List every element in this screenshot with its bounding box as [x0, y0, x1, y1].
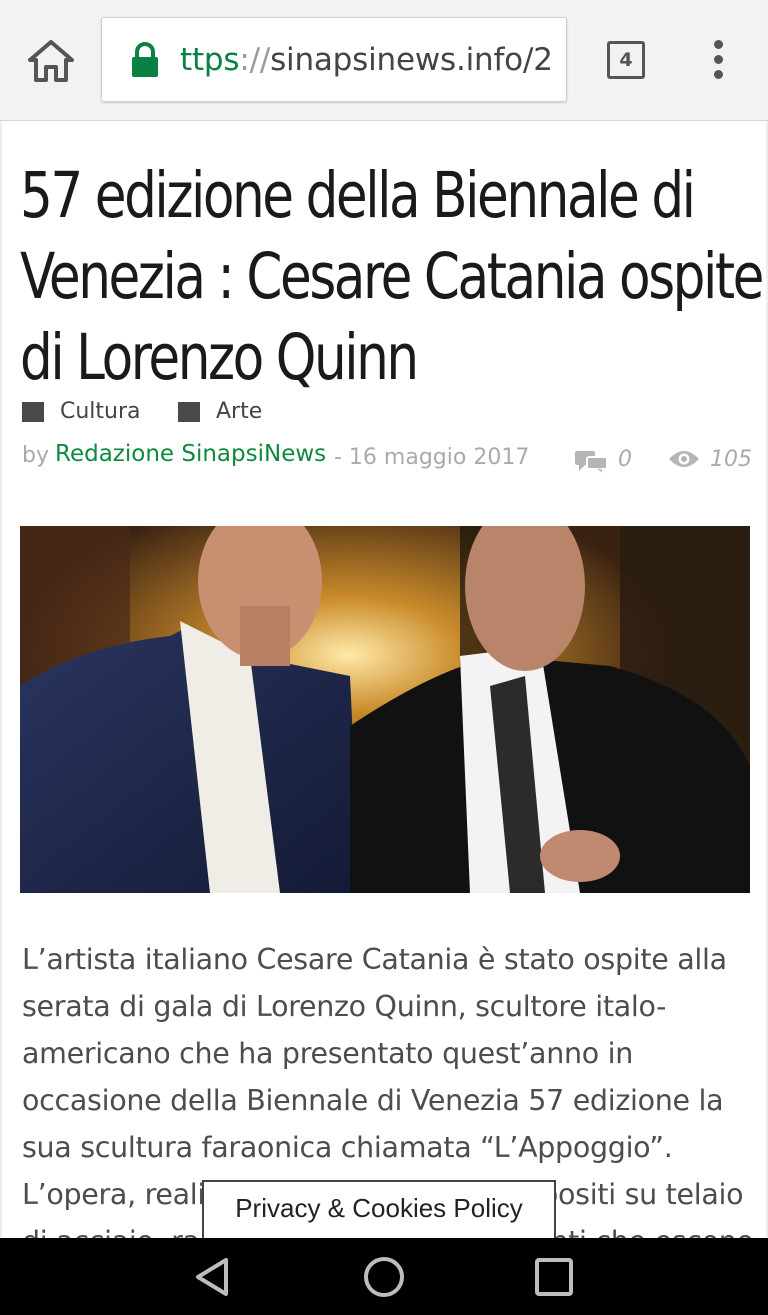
category-label: Cultura	[60, 399, 141, 424]
category-list: Cultura Arte	[22, 399, 295, 429]
home-circle-icon[interactable]	[362, 1255, 406, 1299]
author-link[interactable]: Redazione SinapsiNews	[55, 441, 326, 467]
url-separator: ://	[239, 42, 271, 78]
privacy-cookies-button[interactable]: Privacy & Cookies Policy	[202, 1180, 556, 1238]
category-label: Arte	[215, 399, 263, 424]
browser-toolbar: ttps://sinapsinews.info/2 4	[0, 0, 768, 121]
system-nav-bar	[0, 1238, 768, 1315]
category-cultura[interactable]: Cultura	[22, 399, 141, 424]
eye-icon	[668, 449, 700, 469]
back-icon[interactable]	[190, 1256, 234, 1298]
tabs-icon[interactable]: 4	[607, 41, 645, 79]
lock-icon	[130, 42, 160, 78]
tab-count: 4	[619, 49, 633, 71]
article-title: 57 edizione della Biennale di Venezia : …	[20, 159, 764, 394]
url-host: sinapsinews.info/2	[270, 42, 553, 78]
folder-icon	[177, 401, 200, 422]
url-text: ttps://sinapsinews.info/2	[180, 42, 553, 78]
article-page: 57 edizione della Biennale di Venezia : …	[0, 121, 768, 1238]
article-meta: by Redazione SinapsiNews - 16 maggio 201…	[22, 441, 752, 475]
recent-apps-icon[interactable]	[534, 1257, 574, 1297]
publish-date: - 16 maggio 2017	[334, 445, 530, 470]
url-scheme: ttps	[180, 42, 240, 78]
view-count: 105	[710, 447, 752, 472]
comments-icon[interactable]	[575, 449, 608, 473]
article-photo	[20, 526, 750, 893]
category-arte[interactable]: Arte	[177, 399, 263, 424]
folder-icon	[22, 401, 44, 422]
comment-count: 0	[618, 447, 632, 472]
url-bar[interactable]: ttps://sinapsinews.info/2	[101, 17, 567, 102]
home-icon[interactable]	[26, 38, 76, 84]
overflow-menu-icon[interactable]	[709, 40, 727, 82]
by-label: by	[22, 443, 49, 468]
